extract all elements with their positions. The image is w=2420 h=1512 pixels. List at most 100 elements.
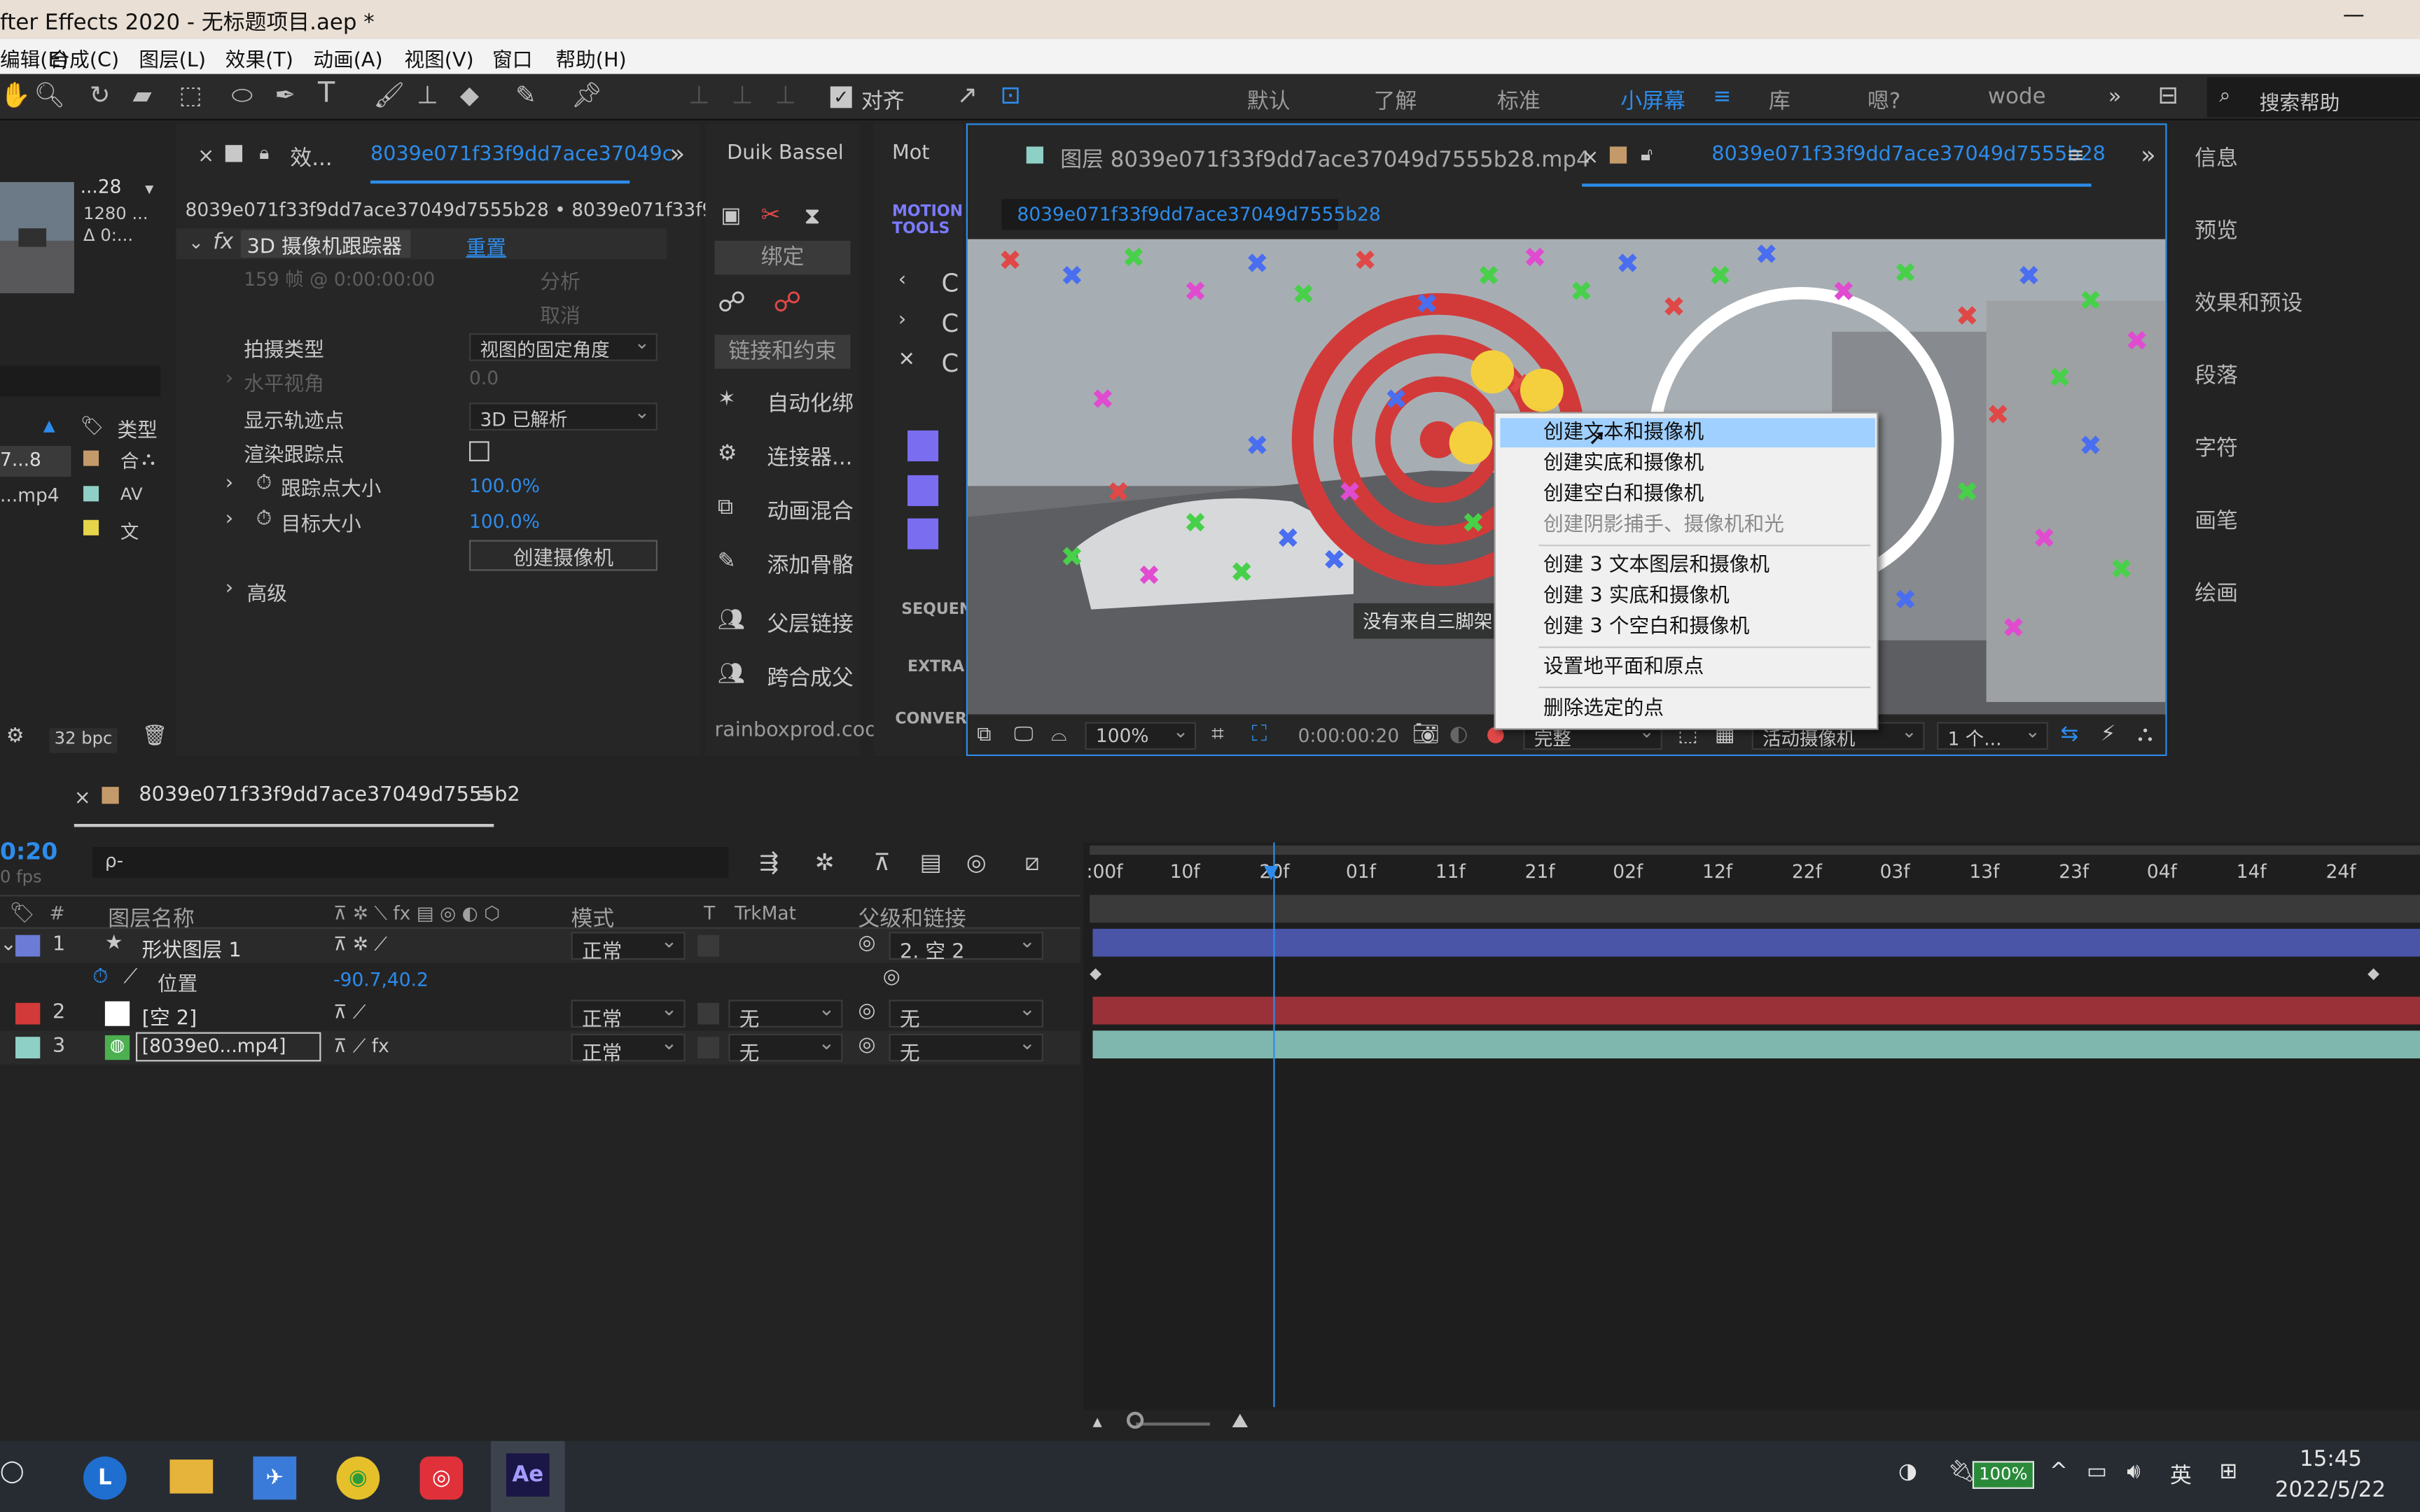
ctx-set-ground-plane[interactable]: 设置地平面和原点 xyxy=(1543,652,1704,682)
timeline-tab[interactable]: 8039e071f33f9dd7ace37049d7555b2 xyxy=(139,784,520,807)
layer-3-trkmat[interactable]: 无 xyxy=(728,1032,843,1066)
track-size-expand-icon[interactable]: › xyxy=(225,472,233,495)
layer-2-trkmat[interactable]: 无 xyxy=(728,998,843,1032)
ime-indicator[interactable]: 英 xyxy=(2170,1460,2192,1490)
col-type[interactable]: 类型 xyxy=(118,414,158,443)
effects-tab-label[interactable]: 效... xyxy=(290,142,332,173)
panel-preview[interactable]: 预览 xyxy=(2195,214,2238,245)
puppet-tool-icon[interactable]: 📌︎ xyxy=(571,83,603,108)
layer-row-2[interactable]: 2 [空 2] ⊼ ⟋ 正常 无 ◎ 无 xyxy=(0,997,1080,1032)
cross-comp-label[interactable]: 跨合成父 xyxy=(767,662,853,693)
layer-row-3[interactable]: 3 ◍ [8039e0...mp4] ⊼ ⟋ fx 正常 无 ◎ 无 xyxy=(0,1030,1080,1066)
layer-2-name[interactable]: [空 2] xyxy=(142,1001,197,1030)
interpret-footage-icon[interactable]: ⚙ xyxy=(6,725,25,748)
feishu-app-icon[interactable]: ✈ xyxy=(253,1456,297,1500)
safe-areas-icon[interactable]: ⌗ xyxy=(1211,722,1223,747)
position-stopwatch-icon[interactable]: ⏱︎ xyxy=(92,966,108,989)
project-item-1[interactable]: 7...8 xyxy=(0,445,71,477)
comp-tab-close-icon[interactable]: × xyxy=(1582,146,1599,169)
motion-c1-icon[interactable]: C xyxy=(942,269,959,298)
track-size-stopwatch-icon[interactable]: ⏱︎ xyxy=(256,472,272,495)
fx-toggle[interactable]: fx xyxy=(213,230,233,254)
layer-3-pickwhip-icon[interactable]: ◎ xyxy=(858,1034,875,1057)
auto-rig-label[interactable]: 自动化绑 xyxy=(767,387,853,418)
layer-2-bar[interactable] xyxy=(1092,996,2420,1025)
chrome-app-icon[interactable]: ◉ xyxy=(336,1456,380,1500)
motion-c3-icon[interactable]: C xyxy=(942,349,959,378)
parent-link-icon[interactable]: 👥︎ xyxy=(718,608,745,632)
align-checkbox[interactable]: ✓ xyxy=(830,86,852,108)
panel-paragraph[interactable]: 段落 xyxy=(2195,360,2238,391)
ae-taskbar-slot[interactable]: Ae xyxy=(490,1441,565,1512)
zoom-dropdown[interactable]: 100% xyxy=(1085,720,1197,750)
ctx-create-solid-camera[interactable]: 创建实底和摄像机 xyxy=(1543,449,1704,478)
effects-tab-comp[interactable]: 8039e071f33f9dd7ace37049c xyxy=(370,144,674,167)
duik-icon-1[interactable]: ▣ xyxy=(721,204,741,228)
panel-paint[interactable]: 绘画 xyxy=(2195,577,2238,608)
clone-stamp-tool-icon[interactable]: ⊥ xyxy=(417,83,438,108)
netease-music-icon[interactable]: ◎ xyxy=(419,1456,464,1500)
minimize-button[interactable]: — xyxy=(2343,3,2365,27)
parent-link-label[interactable]: 父层链接 xyxy=(767,608,853,638)
reset-exposure-icon[interactable]: ⇆ xyxy=(2060,722,2078,747)
menu-view[interactable]: 视图(V) xyxy=(404,43,473,73)
workspace-overflow[interactable]: » xyxy=(2108,85,2122,109)
layer-1-switches[interactable]: ⊼ ✲ ⟋ xyxy=(333,933,387,956)
bpc-toggle[interactable]: 32 bpc xyxy=(49,728,118,753)
cancel-button[interactable]: 取消 xyxy=(540,300,580,328)
panel-character[interactable]: 字符 xyxy=(2195,432,2238,463)
auto-rig-icon[interactable]: ✶ xyxy=(718,387,736,412)
motion-left-icon[interactable]: ‹ xyxy=(898,269,906,292)
menu-help[interactable]: 帮助(H) xyxy=(555,43,626,73)
viewer-timecode[interactable]: 0:00:00:20 xyxy=(1298,725,1400,747)
axis-view-icon[interactable]: ⊥ xyxy=(774,83,796,108)
monitor-icon[interactable]: 🖵︎ xyxy=(1014,724,1034,747)
target-size-value[interactable]: 100.0% xyxy=(469,511,540,533)
zoom-slider-track[interactable] xyxy=(1136,1422,1211,1426)
hand-tool-icon[interactable]: ✋ xyxy=(0,83,31,108)
tray-expand-icon[interactable]: ^ xyxy=(2050,1460,2068,1484)
search-help-box[interactable]: ⌕ 搜索帮助 xyxy=(2206,77,2420,118)
show-tracks-dropdown[interactable]: 3D 已解析 xyxy=(469,401,658,430)
workspace-menu-icon[interactable]: ≡ xyxy=(1713,85,1732,109)
panel-info[interactable]: 信息 xyxy=(2195,142,2238,173)
layer-1-expand-icon[interactable]: ⌄ xyxy=(0,933,17,956)
text-tool-icon[interactable]: T xyxy=(318,80,335,108)
time-ruler[interactable]: :00f 10f 20f 01f 11f 21f 02f 12f 22f 03f… xyxy=(1083,861,2420,889)
layer-2-switches[interactable]: ⊼ ⟋ xyxy=(333,1001,366,1024)
motion-convert[interactable]: CONVER xyxy=(895,711,966,728)
menu-effect[interactable]: 效果(T) xyxy=(225,43,293,73)
workspace-standard[interactable]: 标准 xyxy=(1497,85,1541,115)
reset-link[interactable]: 重置 xyxy=(466,232,506,260)
zoom-slider-handle[interactable] xyxy=(1126,1411,1144,1429)
motion-sequence[interactable]: SEQUEN xyxy=(901,602,972,619)
snapshot-icon[interactable]: 📷︎ xyxy=(1412,722,1440,747)
motion-extra[interactable]: EXTRA xyxy=(908,659,964,676)
layer-2-parent[interactable]: 无 xyxy=(889,998,1043,1032)
keyframe-end[interactable]: ◆ xyxy=(2367,966,2379,983)
workspace-wode[interactable]: wode xyxy=(1988,85,2046,109)
duik-tab[interactable]: Duik Bassel xyxy=(727,142,844,165)
effect-name[interactable]: 3D 摄像机跟踪器 xyxy=(240,230,411,259)
col-t[interactable]: T xyxy=(704,902,715,924)
rotate-tool-icon[interactable]: ↻ xyxy=(90,83,111,108)
network-icon[interactable]: ▭ xyxy=(2087,1460,2107,1484)
layer-tab[interactable]: 图层 8039e071f33f9dd7ace37049d7555b28.mp4 xyxy=(1060,144,1590,174)
render-tracks-checkbox[interactable] xyxy=(469,441,489,462)
mask-visibility-icon[interactable]: ⛶ xyxy=(1252,722,1267,747)
effects-tab-close-icon[interactable]: × xyxy=(197,145,214,168)
playhead-icon[interactable]: ▼ xyxy=(1264,861,1278,883)
layer-1-mode[interactable]: 正常 xyxy=(571,930,686,965)
anim-blend-label[interactable]: 动画混合 xyxy=(767,496,853,526)
workspace-default[interactable]: 默认 xyxy=(1247,85,1291,115)
time-graph-area[interactable]: :00f 10f 20f 01f 11f 21f 02f 12f 22f 03f… xyxy=(1083,842,2420,1413)
current-time-indicator[interactable] xyxy=(1273,842,1275,1408)
comp-tab-menu-icon[interactable]: ≡ xyxy=(2066,144,2085,168)
flowchart-icon[interactable]: ⛬ xyxy=(2138,722,2153,747)
duik-footer[interactable]: rainboxprod.coo xyxy=(714,719,877,742)
target-size-expand-icon[interactable]: › xyxy=(225,507,233,531)
ctx-create-3-text-camera[interactable]: 创建 3 文本图层和摄像机 xyxy=(1543,551,1769,580)
comp-navigator-chip[interactable]: 8039e071f33f9dd7ace37049d7555b28 xyxy=(1001,199,1381,230)
advanced-expand-icon[interactable]: › xyxy=(225,577,233,600)
ctx-create-null-camera[interactable]: 创建空白和摄像机 xyxy=(1543,479,1704,509)
